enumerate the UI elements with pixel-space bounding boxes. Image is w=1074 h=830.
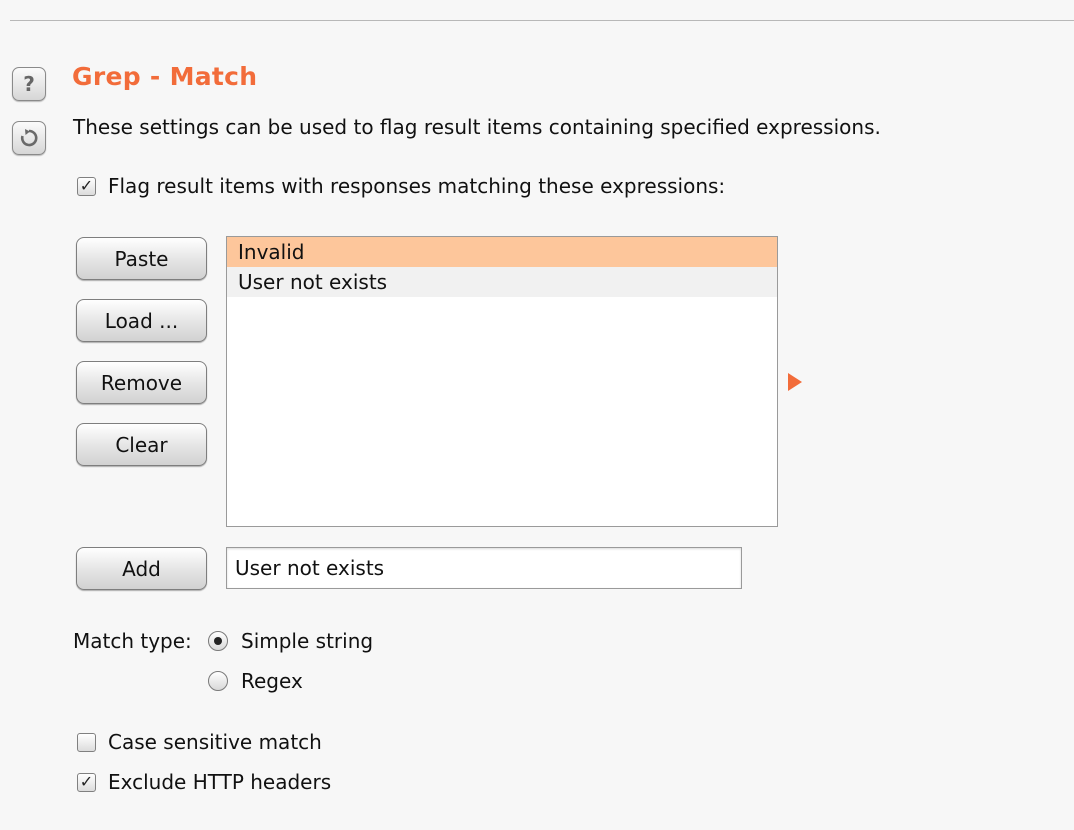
flag-matching-label: Flag result items with responses matchin…: [108, 174, 726, 198]
list-item[interactable]: User not exists: [227, 267, 777, 297]
case-sensitive-checkbox[interactable]: [77, 732, 96, 752]
clear-button[interactable]: Clear: [76, 423, 207, 466]
list-item[interactable]: Invalid: [227, 237, 777, 267]
flag-matching-checkbox[interactable]: ✓: [77, 176, 96, 196]
top-divider: [10, 20, 1074, 21]
regex-radio[interactable]: [208, 671, 228, 691]
exclude-headers-checkbox[interactable]: ✓: [77, 772, 96, 792]
flag-matching-option[interactable]: ✓ Flag result items with responses match…: [77, 174, 725, 198]
paste-button[interactable]: Paste: [76, 237, 207, 280]
reset-arrow-icon: [20, 129, 38, 147]
simple-string-label: Simple string: [241, 629, 374, 653]
exclude-headers-option[interactable]: ✓ Exclude HTTP headers: [77, 770, 331, 794]
remove-button[interactable]: Remove: [76, 361, 207, 404]
match-type-regex-option[interactable]: Regex: [208, 669, 303, 693]
load-button[interactable]: Load ...: [76, 299, 207, 342]
expand-arrow-icon[interactable]: [788, 373, 802, 391]
section-title: Grep - Match: [72, 62, 258, 91]
expressions-list[interactable]: Invalid User not exists: [226, 236, 778, 527]
section-description: These settings can be used to flag resul…: [73, 115, 881, 139]
radio-selected-dot: [214, 637, 222, 645]
simple-string-radio[interactable]: [208, 631, 228, 651]
match-type-label: Match type:: [73, 629, 192, 653]
case-sensitive-label: Case sensitive match: [108, 730, 322, 754]
add-button[interactable]: Add: [76, 547, 207, 590]
exclude-headers-label: Exclude HTTP headers: [108, 770, 332, 794]
expression-input[interactable]: [226, 547, 742, 589]
reset-icon[interactable]: [12, 121, 46, 155]
grep-match-panel: ? Grep - Match These settings can be use…: [0, 0, 1074, 830]
case-sensitive-option[interactable]: Case sensitive match: [77, 730, 322, 754]
match-type-simple-option[interactable]: Simple string: [208, 629, 373, 653]
help-icon[interactable]: ?: [12, 67, 46, 101]
regex-label: Regex: [241, 669, 303, 693]
